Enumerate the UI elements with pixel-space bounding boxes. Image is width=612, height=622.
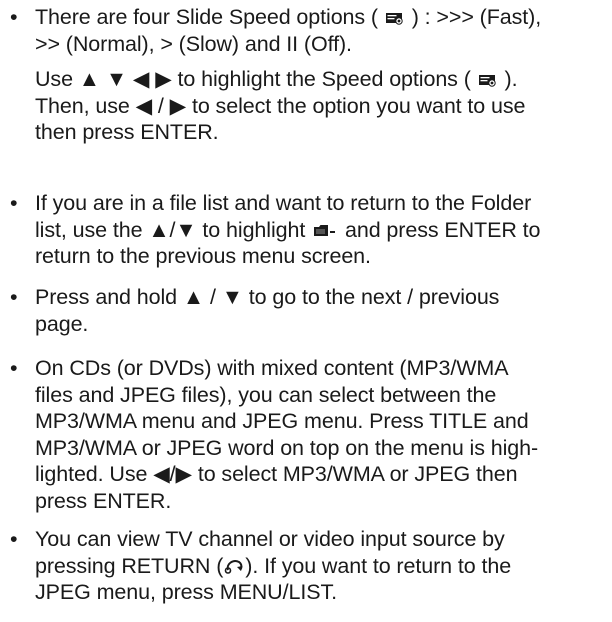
text-line: files and JPEG files), you can select be…: [35, 382, 608, 409]
text-segment: MP3/WMA menu and JPEG menu. Press TITLE …: [35, 409, 529, 433]
text-line: Use ▲ ▼ ◀ ▶ to highlight the Speed optio…: [35, 66, 608, 93]
text-segment: page.: [35, 311, 89, 336]
text-segment: MP3/WMA or JPEG word on top on the menu …: [35, 435, 539, 460]
text-segment: press ENTER.: [35, 488, 172, 513]
text-line: list, use the ▲/▼ to highlight and press…: [35, 217, 608, 244]
text-segment: and press ENTER to: [339, 217, 541, 242]
text-segment: >> (Normal), > (Slow) and II (Off).: [35, 31, 352, 56]
text-segment: lighted. Use ◀/▶ to select MP3/WMA or JP…: [35, 462, 518, 486]
text-segment: If you are in a file list and want to re…: [35, 191, 532, 215]
text-segment: ).: [498, 67, 518, 91]
text-line: lighted. Use ◀/▶ to select MP3/WMA or JP…: [35, 461, 608, 488]
slide-speed-icon: [478, 74, 497, 87]
text-segment: Press and hold ▲ / ▼ to go to the next /…: [35, 285, 500, 309]
text-segment: list, use the ▲/▼ to highlight: [35, 217, 312, 242]
paragraph: Use ▲ ▼ ◀ ▶ to highlight the Speed optio…: [35, 66, 608, 146]
manual-page: • There are four Slide Speed options ( ) …: [0, 0, 612, 622]
paragraph: There are four Slide Speed options ( ) :…: [35, 4, 608, 57]
text-segment: You can view TV channel or video input s…: [35, 527, 505, 551]
slide-speed-icon: [385, 12, 404, 25]
bullet-item: • Press and hold ▲ / ▼ to go to the next …: [10, 284, 608, 337]
bullet-icon: •: [10, 5, 18, 29]
text-segment: then press ENTER.: [35, 120, 219, 144]
text-segment: return to the previous menu screen.: [35, 244, 371, 268]
bullet-text: If you are in a file list and want to re…: [35, 190, 608, 270]
bullet-item: • If you are in a file list and want to r…: [10, 190, 608, 270]
bullet-item: • You can view TV channel or video input …: [10, 526, 608, 606]
bullet-text: There are four Slide Speed options ( ) :…: [35, 4, 608, 146]
text-line: then press ENTER.: [35, 119, 608, 146]
text-line: MP3/WMA menu and JPEG menu. Press TITLE …: [35, 408, 608, 435]
text-segment: ). If you want to return to the: [245, 553, 512, 578]
bullet-text: Press and hold ▲ / ▼ to go to the next /…: [35, 284, 608, 337]
text-line: If you are in a file list and want to re…: [35, 190, 608, 217]
text-line: pressing RETURN ( ). If you want to retur…: [35, 553, 608, 580]
text-segment: files and JPEG files), you can select be…: [35, 382, 497, 407]
text-line: return to the previous menu screen.: [35, 243, 608, 270]
bullet-icon: •: [10, 356, 18, 380]
bullet-item: • There are four Slide Speed options ( ) …: [10, 4, 608, 146]
text-line: There are four Slide Speed options ( ) :…: [35, 4, 608, 31]
bullet-icon: •: [10, 527, 18, 551]
text-segment: JPEG menu, press MENU/LIST.: [35, 580, 337, 604]
text-line: JPEG menu, press MENU/LIST.: [35, 579, 608, 606]
paragraph: Press and hold ▲ / ▼ to go to the next /…: [35, 284, 608, 337]
text-line: Press and hold ▲ / ▼ to go to the next /…: [35, 284, 608, 311]
text-segment: On CDs (or DVDs) with mixed content (MP3…: [35, 356, 509, 380]
text-line: You can view TV channel or video input s…: [35, 526, 608, 553]
text-line: MP3/WMA or JPEG word on top on the menu …: [35, 435, 608, 462]
return-icon: [223, 558, 245, 574]
bullet-icon: •: [10, 191, 18, 215]
folder-up-icon: [313, 224, 339, 238]
text-segment: There are four Slide Speed options (: [35, 5, 384, 29]
text-segment: Use ▲ ▼ ◀ ▶ to highlight the Speed optio…: [35, 67, 477, 91]
text-line: >> (Normal), > (Slow) and II (Off).: [35, 31, 608, 58]
paragraph: If you are in a file list and want to re…: [35, 190, 608, 270]
paragraph: On CDs (or DVDs) with mixed content (MP3…: [35, 355, 608, 514]
text-segment: Then, use ◀ / ▶ to select the option you…: [35, 93, 526, 118]
text-line: On CDs (or DVDs) with mixed content (MP3…: [35, 355, 608, 382]
paragraph: You can view TV channel or video input s…: [35, 526, 608, 606]
text-line: page.: [35, 311, 608, 338]
text-segment: pressing RETURN (: [35, 553, 224, 578]
bullet-text: You can view TV channel or video input s…: [35, 526, 608, 606]
bullet-icon: •: [10, 285, 18, 309]
bullet-text: On CDs (or DVDs) with mixed content (MP3…: [35, 355, 608, 514]
text-line: press ENTER.: [35, 488, 608, 515]
text-line: Then, use ◀ / ▶ to select the option you…: [35, 93, 608, 120]
text-segment: ) : >>> (Fast),: [405, 5, 542, 29]
bullet-item: • On CDs (or DVDs) with mixed content (MP…: [10, 355, 608, 514]
